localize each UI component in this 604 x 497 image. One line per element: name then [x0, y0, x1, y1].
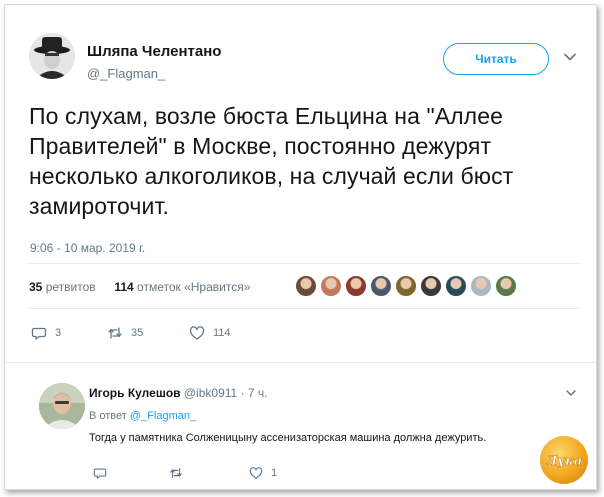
- in-reply-handle-link[interactable]: @_Flagman_: [130, 410, 196, 422]
- tweet-card: Шляпа Челентано @_Flagman_ Читать По слу…: [4, 4, 597, 490]
- like-count: 114: [213, 327, 231, 339]
- tweet-text: По слухам, возле бюста Ельцина на "Аллее…: [29, 103, 514, 219]
- tweet-stats: 35 ретвитов 114 отметок «Нравится»: [29, 280, 250, 294]
- retweet-icon: [170, 468, 182, 478]
- likes-count[interactable]: 114: [114, 280, 133, 294]
- reply-author-name[interactable]: Игорь Кулешов: [89, 386, 181, 400]
- reply-tweet[interactable]: Игорь Кулешов @ibk0911 · 7 ч. В ответ @_…: [25, 377, 580, 487]
- author-name[interactable]: Шляпа Челентано: [87, 43, 221, 60]
- watermark-logo: Лука: [540, 436, 588, 484]
- tweet-header: Шляпа Челентано @_Flagman_ Читать: [29, 33, 579, 85]
- reply-retweet-action[interactable]: [169, 463, 183, 483]
- like-action[interactable]: 114: [189, 323, 231, 343]
- divider: [5, 362, 596, 363]
- author-handle[interactable]: @_Flagman_: [87, 66, 221, 81]
- reply-icon: [93, 468, 107, 479]
- reply-text: Тогда у памятника Солженицыну ассенизато…: [89, 432, 487, 444]
- liker-avatar[interactable]: [445, 275, 467, 297]
- reply-action[interactable]: 3: [31, 323, 61, 343]
- retweets-count[interactable]: 35: [29, 280, 42, 294]
- liker-avatar[interactable]: [420, 275, 442, 297]
- retweet-count: 35: [131, 327, 144, 339]
- retweet-icon: [108, 327, 122, 339]
- liker-avatar[interactable]: [395, 275, 417, 297]
- liker-avatar[interactable]: [295, 275, 317, 297]
- reply-author-avatar[interactable]: [39, 383, 85, 429]
- heart-icon: [249, 467, 263, 479]
- liker-avatar[interactable]: [470, 275, 492, 297]
- svg-text:Лука: Лука: [545, 454, 583, 469]
- reply-like-action[interactable]: 1: [249, 463, 277, 483]
- in-reply-to: В ответ @_Flagman_: [89, 410, 196, 422]
- liker-avatar[interactable]: [320, 275, 342, 297]
- chevron-down-icon[interactable]: [565, 387, 577, 399]
- author-info: Шляпа Челентано @_Flagman_: [87, 43, 221, 81]
- retweet-action[interactable]: 35: [107, 323, 143, 343]
- reply-icon: [31, 327, 47, 340]
- author-avatar[interactable]: [29, 33, 75, 79]
- reply-author-handle[interactable]: @ibk0911: [184, 386, 237, 400]
- reply-like-count: 1: [271, 467, 278, 479]
- reply-count: 3: [55, 327, 62, 339]
- reply-time[interactable]: · 7 ч.: [241, 386, 268, 400]
- liker-avatar[interactable]: [495, 275, 517, 297]
- heart-icon: [189, 326, 205, 340]
- liker-avatar[interactable]: [345, 275, 367, 297]
- divider: [29, 308, 579, 309]
- in-reply-prefix: В ответ: [89, 410, 127, 422]
- reply-header: Игорь Кулешов @ibk0911 · 7 ч.: [89, 386, 267, 400]
- divider: [29, 263, 579, 264]
- likes-label[interactable]: отметок «Нравится»: [137, 280, 250, 294]
- liker-avatar[interactable]: [370, 275, 392, 297]
- reply-reply-action[interactable]: [93, 463, 107, 483]
- retweets-label[interactable]: ретвитов: [46, 280, 96, 294]
- chevron-down-icon[interactable]: [563, 50, 577, 64]
- tweet-timestamp[interactable]: 9:06 - 10 мар. 2019 г.: [30, 241, 145, 255]
- follow-button[interactable]: Читать: [443, 43, 549, 75]
